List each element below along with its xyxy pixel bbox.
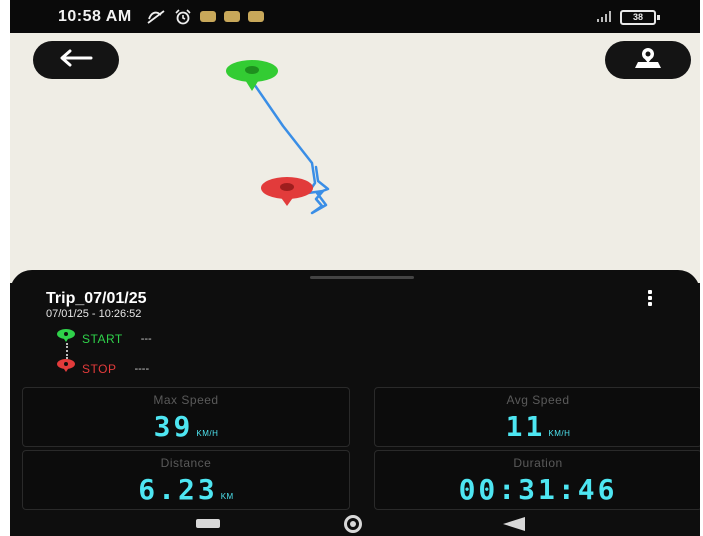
- status-time: 10:58 AM: [58, 8, 132, 25]
- start-label: START: [82, 331, 123, 346]
- more-vert-icon: [648, 296, 652, 300]
- duration-value: 00:31:46: [458, 473, 618, 506]
- signal-icon: [596, 9, 614, 28]
- back-button[interactable]: [33, 41, 119, 79]
- status-bar: 10:58 AM 38: [10, 0, 700, 33]
- map-view[interactable]: [10, 33, 700, 283]
- recents-button[interactable]: [196, 519, 220, 528]
- more-vert-icon: [648, 290, 652, 294]
- start-marker-icon: [226, 60, 278, 91]
- system-nav-bar: [10, 512, 700, 536]
- start-row: START ---: [56, 328, 152, 349]
- avg-speed-value: 11: [505, 410, 546, 443]
- stop-pin-icon: [56, 358, 76, 379]
- drag-handle[interactable]: [310, 276, 414, 279]
- distance-value: 6.23: [138, 473, 218, 506]
- arrow-left-icon: [59, 49, 93, 72]
- distance-card: Distance 6.23 KM: [22, 450, 350, 510]
- duration-label: Duration: [513, 456, 563, 470]
- location-button[interactable]: [605, 41, 691, 79]
- route-connector: [66, 343, 68, 359]
- avg-speed-label: Avg Speed: [506, 393, 570, 407]
- battery-icon: 38: [620, 10, 656, 25]
- stop-value: ----: [134, 362, 150, 375]
- duration-card: Duration 00:31:46: [374, 450, 700, 510]
- location-pin-icon: [634, 46, 662, 75]
- more-options-button[interactable]: [642, 288, 658, 308]
- stop-row: STOP ----: [56, 358, 149, 379]
- alarm-icon: [174, 9, 192, 30]
- system-back-button[interactable]: [503, 517, 525, 531]
- trip-title: Trip_07/01/25: [46, 290, 147, 307]
- trip-datetime: 07/01/25 - 10:26:52: [46, 308, 142, 320]
- home-button[interactable]: [344, 515, 362, 533]
- notification-app-icon: [248, 11, 264, 22]
- distance-label: Distance: [160, 456, 212, 470]
- max-speed-card: Max Speed 39 KM/H: [22, 387, 350, 447]
- avg-speed-unit: KM/H: [548, 429, 571, 438]
- max-speed-unit: KM/H: [196, 429, 219, 438]
- phone-screen: 10:58 AM 38 Trip_07/01/25 07/01/25 - 10:…: [10, 0, 700, 536]
- start-value: ---: [140, 332, 152, 345]
- distance-unit: KM: [220, 492, 234, 501]
- notification-app-icon: [200, 11, 216, 22]
- more-vert-icon: [648, 302, 652, 306]
- max-speed-value: 39: [153, 410, 194, 443]
- max-speed-label: Max Speed: [153, 393, 219, 407]
- stop-marker-icon: [261, 177, 313, 206]
- notification-app-icon: [224, 11, 240, 22]
- trip-details-sheet: Trip_07/01/25 07/01/25 - 10:26:52 START …: [10, 270, 700, 536]
- battery-tip: [657, 15, 660, 20]
- avg-speed-card: Avg Speed 11 KM/H: [374, 387, 700, 447]
- stop-label: STOP: [82, 361, 117, 376]
- sync-off-icon: [146, 9, 166, 30]
